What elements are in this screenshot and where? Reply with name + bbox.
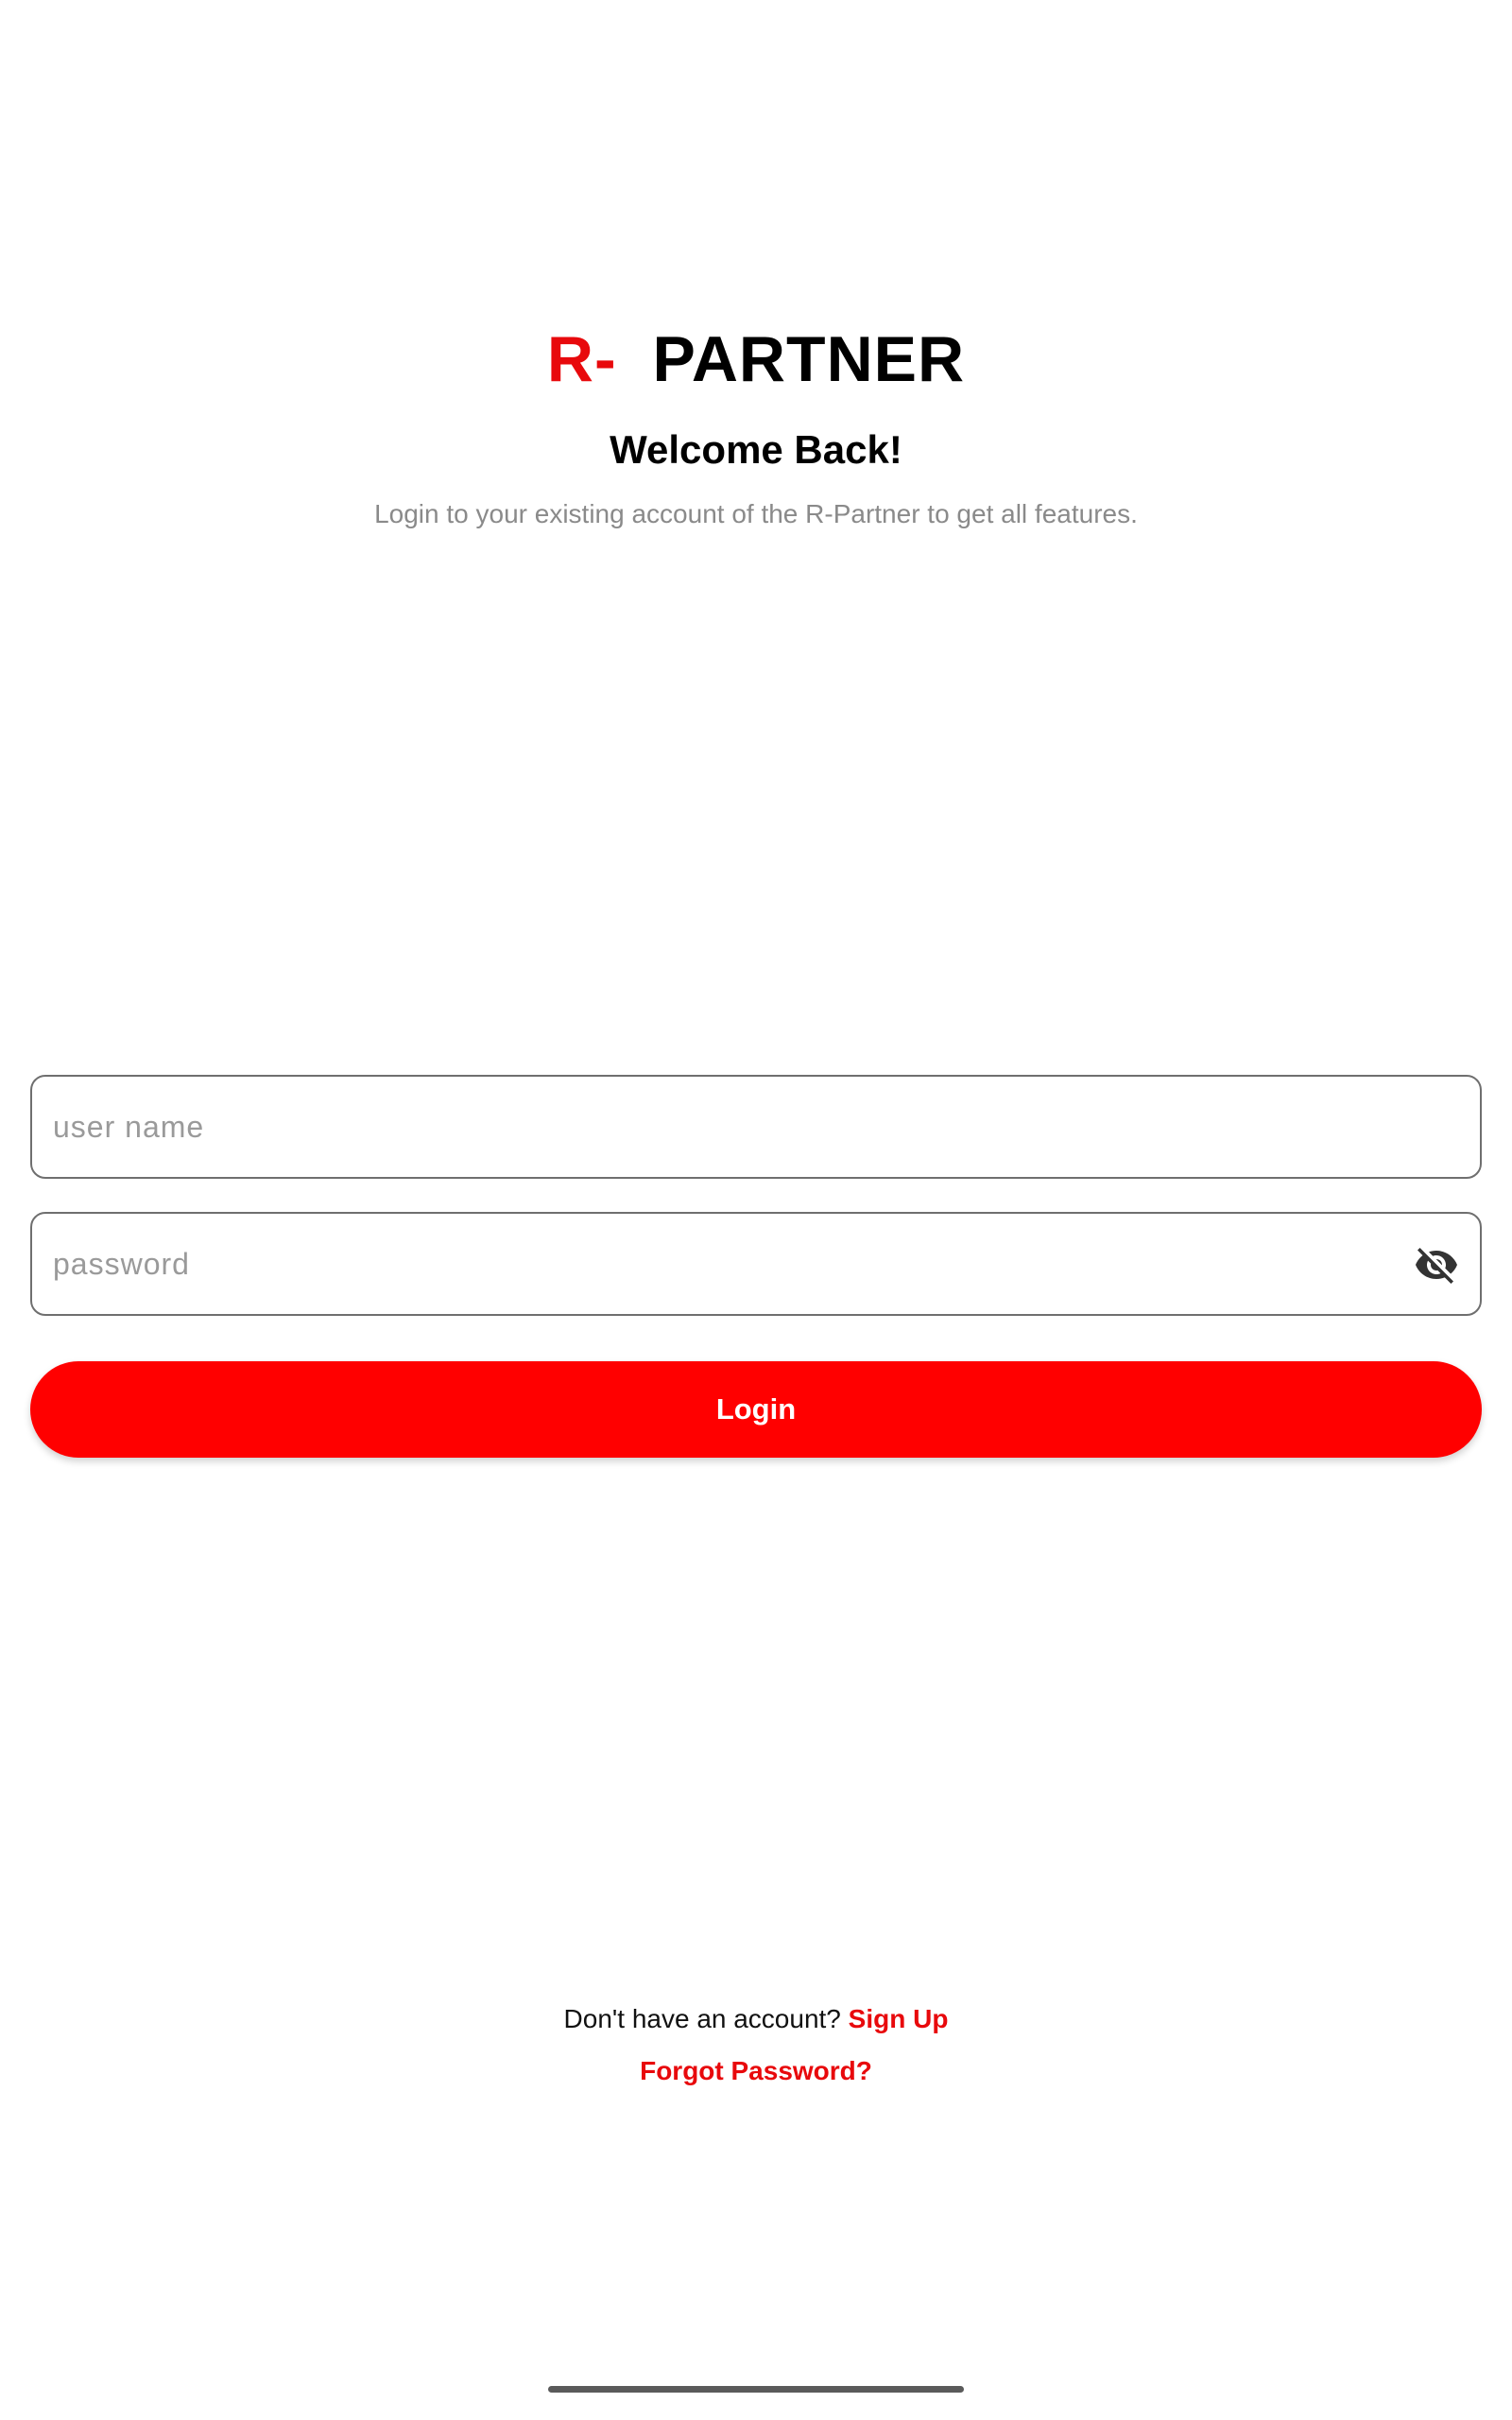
page-title: Welcome Back!	[610, 427, 902, 472]
signup-prompt: Don't have an account?	[563, 2004, 841, 2033]
username-field[interactable]	[30, 1075, 1482, 1179]
brand-prefix: R-	[546, 323, 617, 395]
brand-name: PARTNER	[652, 323, 966, 395]
signup-row: Don't have an account? Sign Up	[0, 2000, 1512, 2038]
password-input[interactable]	[53, 1214, 1357, 1314]
password-field[interactable]	[30, 1212, 1482, 1316]
username-input[interactable]	[53, 1077, 1357, 1177]
login-button[interactable]: Login	[30, 1361, 1482, 1458]
app-logo: R- PARTNER	[0, 317, 1512, 402]
eye-off-icon[interactable]	[1414, 1242, 1459, 1288]
forgot-password-link[interactable]: Forgot Password?	[0, 2052, 1512, 2090]
home-indicator	[548, 2386, 964, 2393]
signup-link[interactable]: Sign Up	[849, 2004, 949, 2033]
page-subtitle: Login to your existing account of the R-…	[374, 499, 1138, 528]
